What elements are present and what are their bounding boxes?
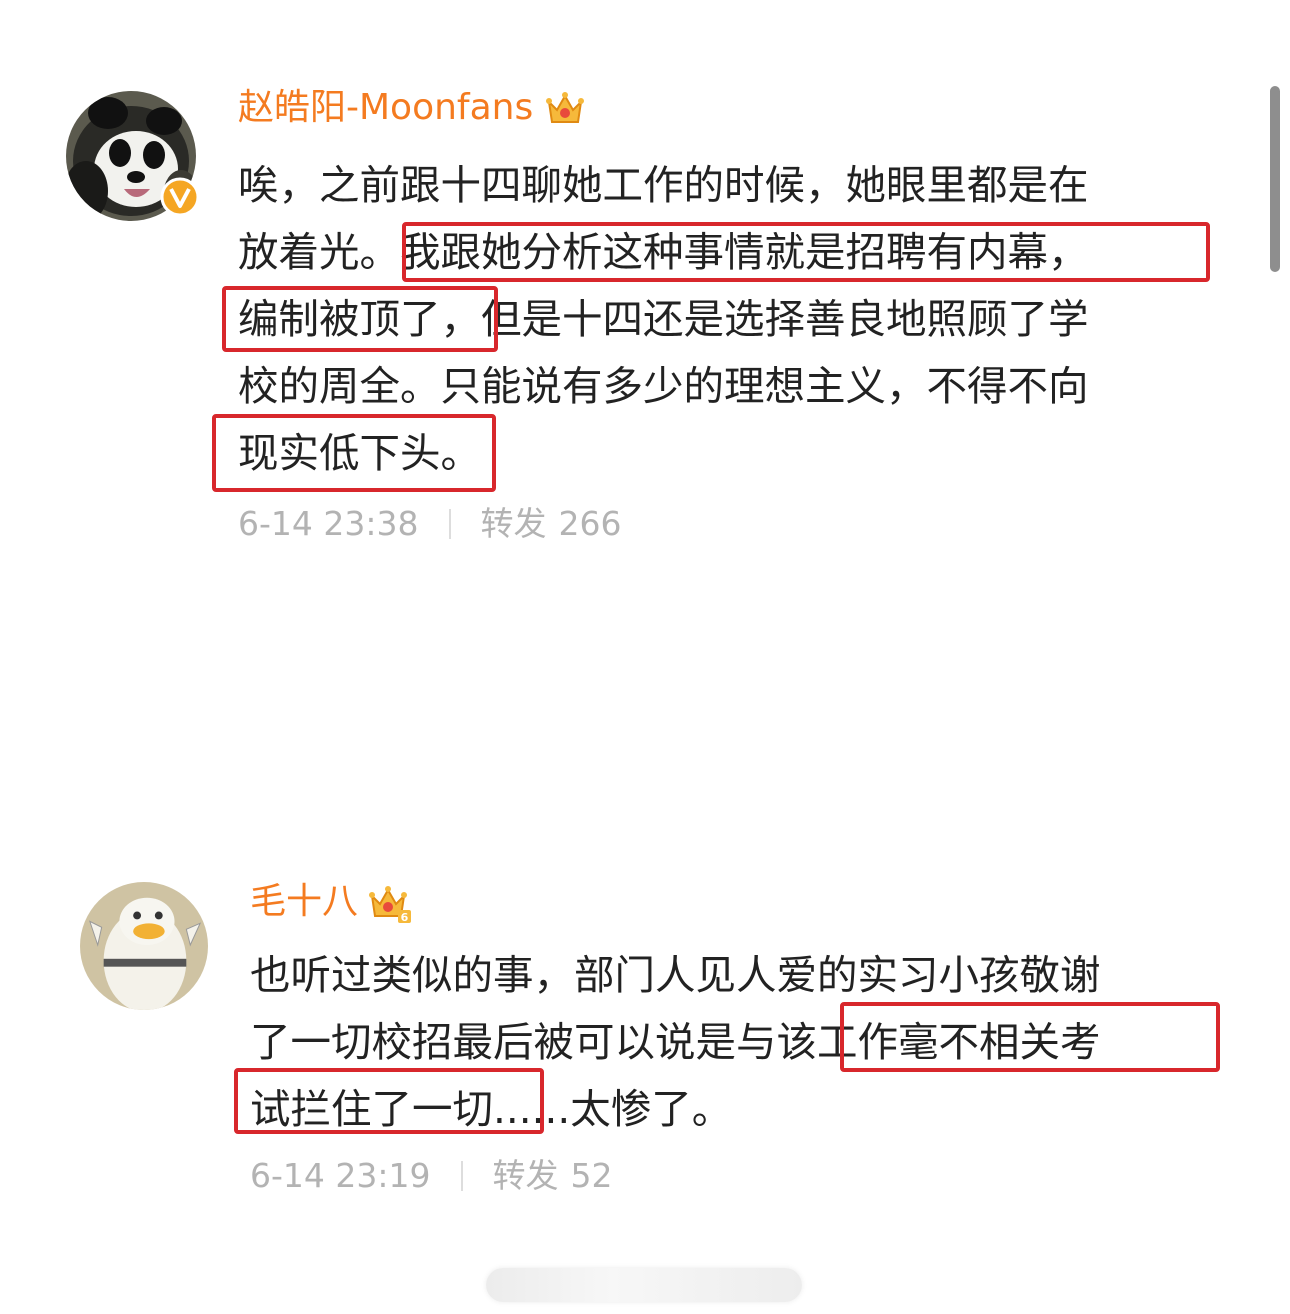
avatar[interactable] xyxy=(66,91,200,221)
username[interactable]: 毛十八 6 xyxy=(250,880,412,924)
svg-text:6: 6 xyxy=(401,911,409,924)
home-indicator-bar[interactable] xyxy=(486,1268,802,1302)
highlight-box xyxy=(212,414,496,492)
repost-count: 52 xyxy=(570,1156,613,1195)
comment-line: 唉，之前跟十四聊她工作的时候，她眼里都是在 xyxy=(238,161,1089,209)
comment-line: 也听过类似的事，部门人见人爱的实习小孩敬谢 xyxy=(250,951,1101,999)
scrollbar[interactable] xyxy=(1270,86,1280,272)
divider xyxy=(448,509,451,539)
username[interactable]: 赵皓阳-Moonfans xyxy=(238,86,587,130)
repost-count: 266 xyxy=(558,504,622,543)
comment-meta: 6-14 23:19 转发 52 xyxy=(250,1156,613,1196)
username-label[interactable]: 赵皓阳-Moonfans xyxy=(238,86,533,130)
comment-line: 校的周全。只能说有多少的理想主义，不得不向 xyxy=(238,362,1089,410)
timestamp: 6-14 23:38 xyxy=(238,504,419,543)
username-label[interactable]: 毛十八 xyxy=(250,880,358,924)
duck-avatar-icon xyxy=(80,882,208,1010)
highlight-box xyxy=(840,1002,1220,1072)
gold-crown-icon xyxy=(546,92,585,123)
repost-label[interactable]: 转发 xyxy=(481,504,547,544)
gold-crown-level-6-icon: 6 xyxy=(369,886,412,924)
divider xyxy=(460,1161,463,1191)
highlight-box xyxy=(234,1068,544,1134)
comment-meta: 6-14 23:38 转发 266 xyxy=(238,504,622,544)
highlight-box xyxy=(402,222,1210,282)
verified-v-badge-icon xyxy=(160,177,200,217)
highlight-box xyxy=(222,286,498,352)
timestamp: 6-14 23:19 xyxy=(250,1156,431,1195)
avatar[interactable] xyxy=(80,882,208,1010)
repost-label[interactable]: 转发 xyxy=(493,1156,559,1196)
